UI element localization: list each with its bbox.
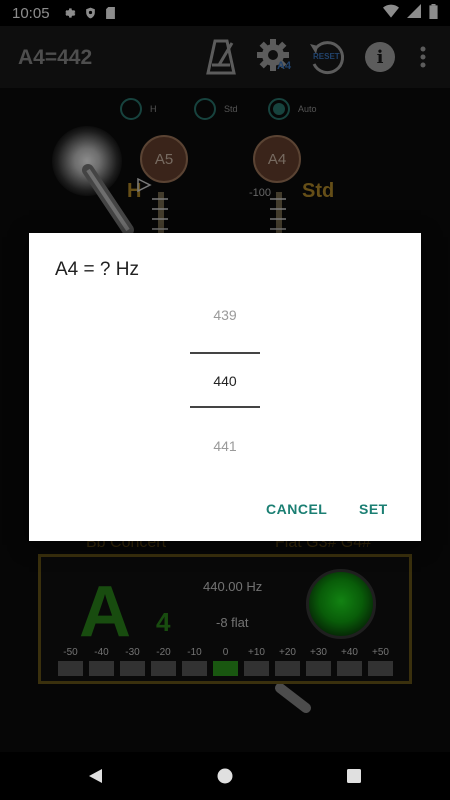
set-button[interactable]: SET xyxy=(359,501,388,517)
picker-bottom-divider xyxy=(190,406,260,408)
a4-frequency-dialog: A4 = ? Hz 439 440 441 CANCEL SET xyxy=(29,233,421,541)
home-circle-icon xyxy=(217,768,233,784)
cancel-button[interactable]: CANCEL xyxy=(266,501,327,517)
picker-top-divider xyxy=(190,352,260,354)
picker-next-value[interactable]: 441 xyxy=(29,438,421,454)
back-button[interactable] xyxy=(84,764,108,788)
recents-square-icon xyxy=(347,769,361,783)
picker-selected-value[interactable]: 440 xyxy=(29,373,421,389)
dialog-title: A4 = ? Hz xyxy=(55,259,139,280)
navigation-bar xyxy=(0,752,450,800)
picker-previous-value[interactable]: 439 xyxy=(29,307,421,323)
back-triangle-icon xyxy=(89,769,102,783)
home-button[interactable] xyxy=(213,764,237,788)
screen: 10:05 A4=442 A4 RESET i H Std Auto A5 A4… xyxy=(0,0,450,800)
recents-button[interactable] xyxy=(342,764,366,788)
